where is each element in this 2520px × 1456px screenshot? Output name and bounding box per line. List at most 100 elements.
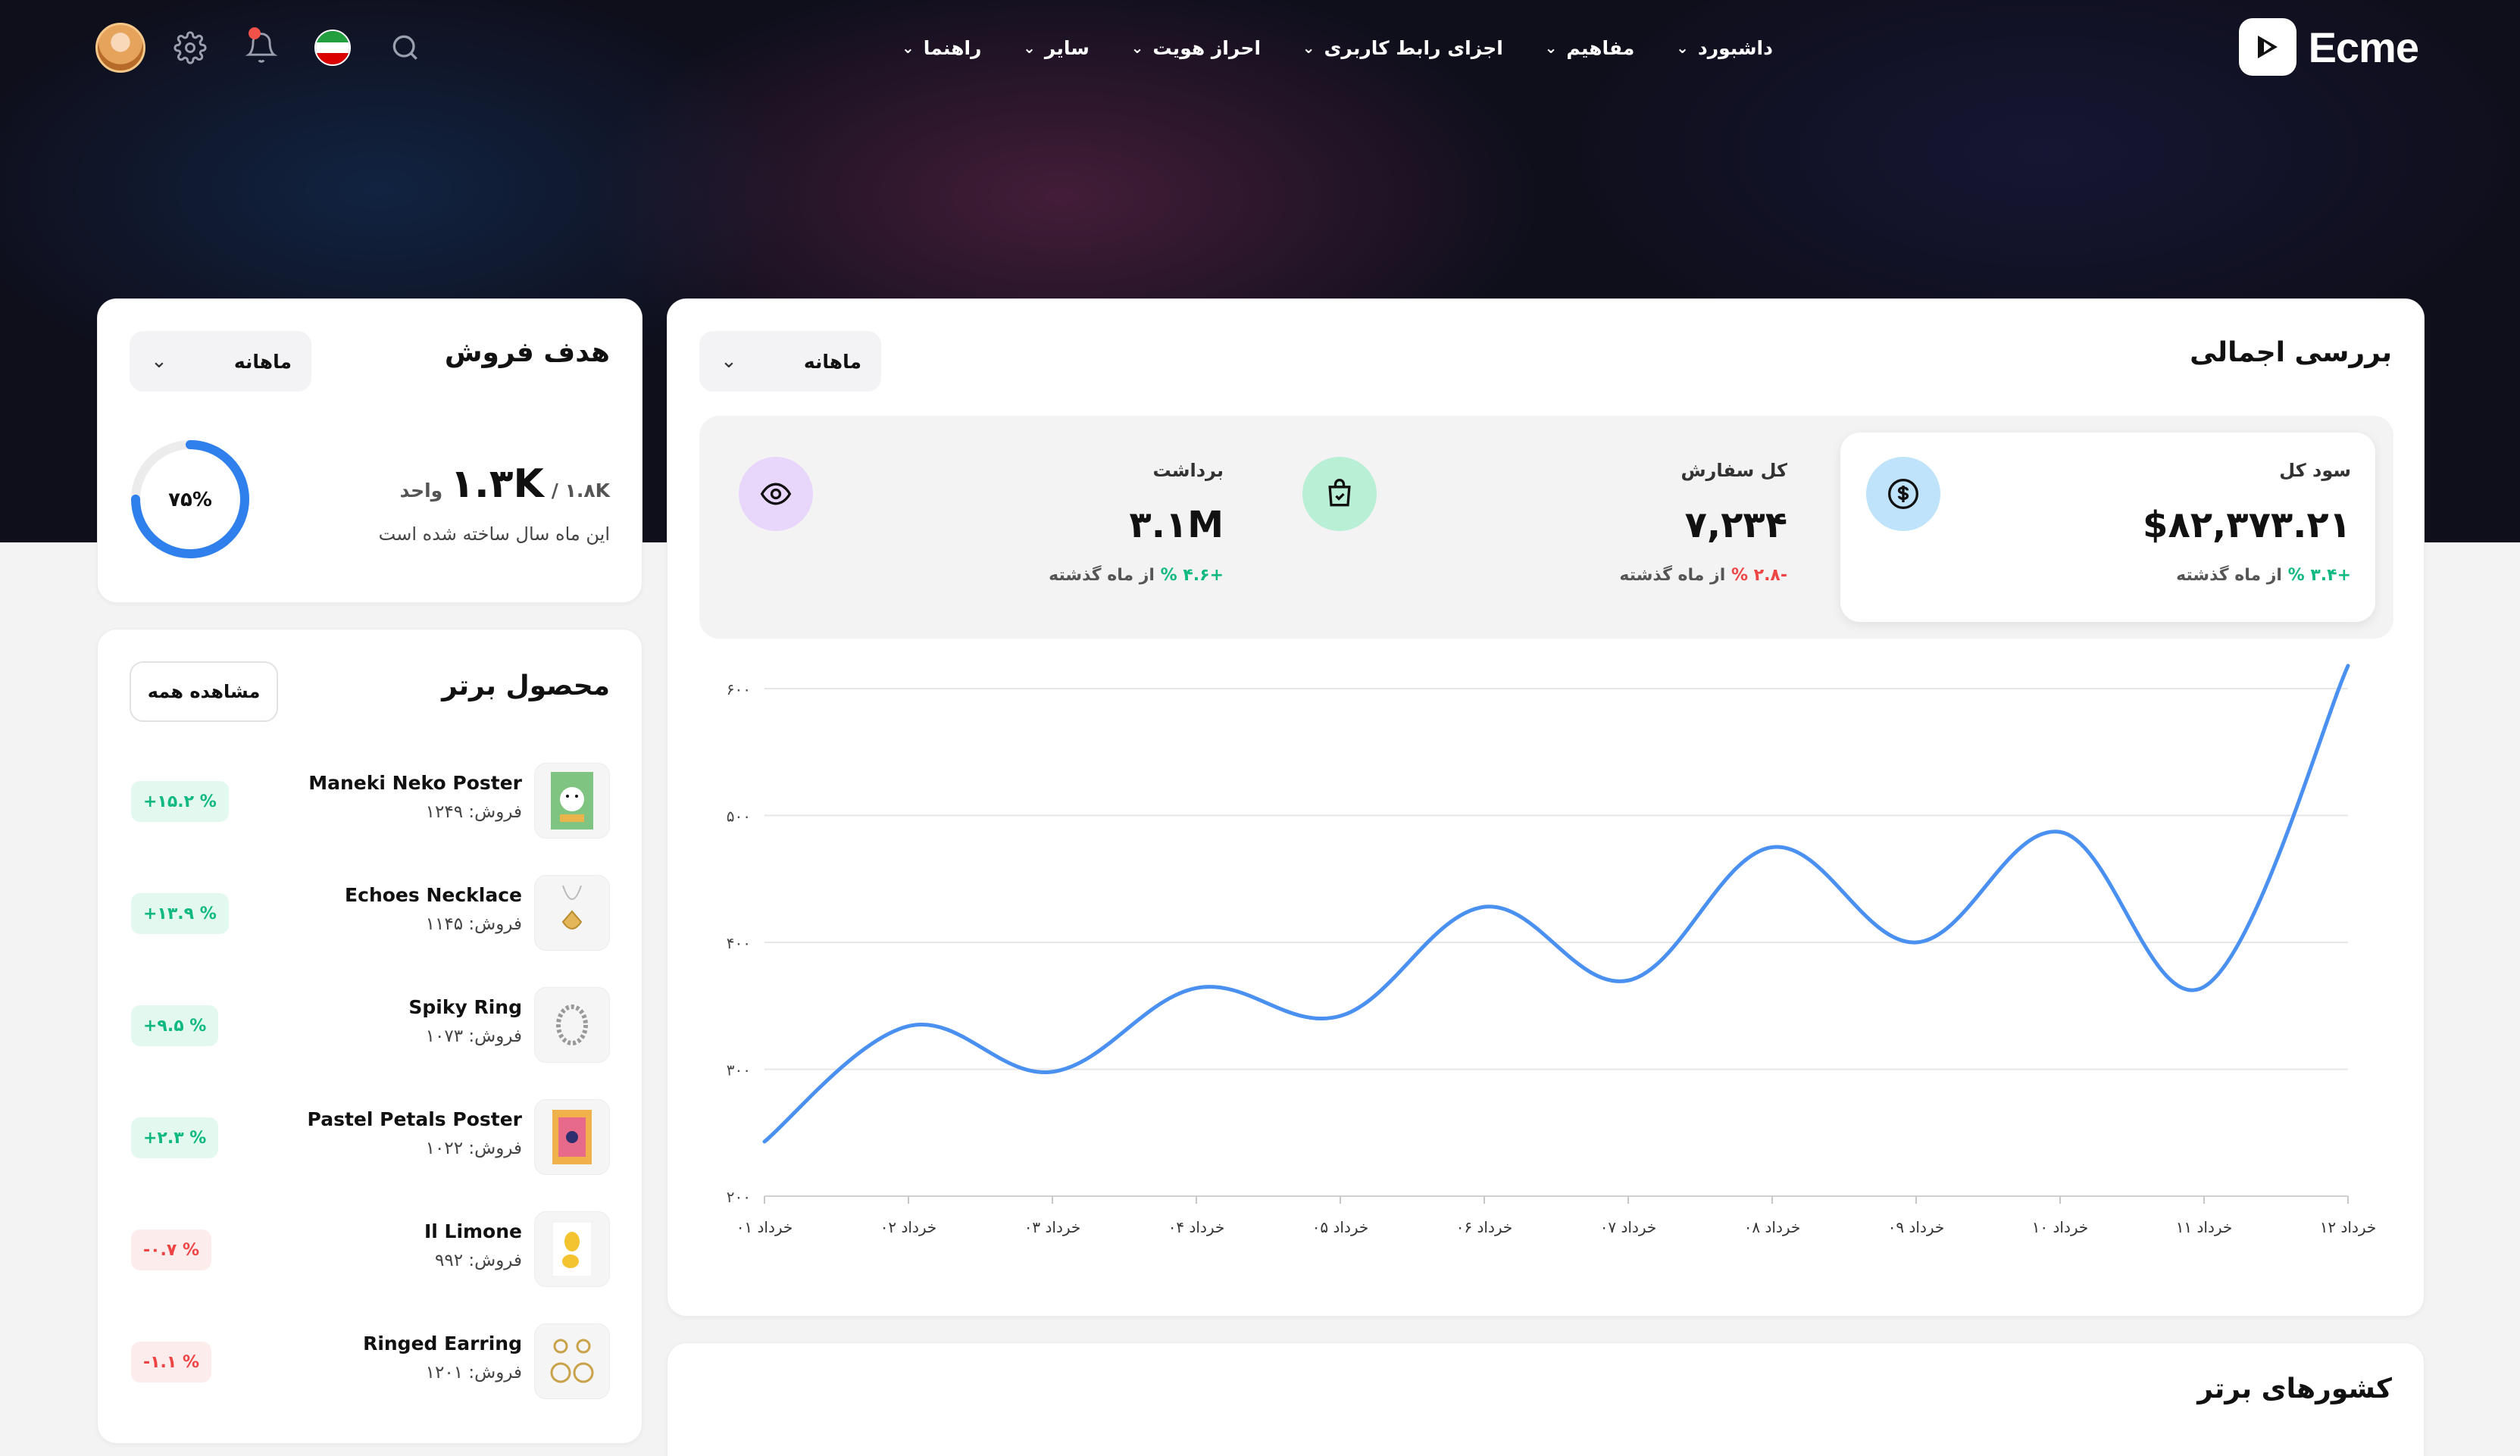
stat-value: ۳.۱M (1129, 504, 1224, 546)
growth-badge: -۰.۷ % (131, 1229, 212, 1270)
sales-goal-period-select[interactable]: ماهانه ⌄ (130, 331, 311, 392)
stat-label: برداشت (1152, 460, 1224, 481)
menu-item-label: سایر (1044, 36, 1090, 59)
top-countries-card: کشورهای برتر (667, 1342, 2425, 1456)
stat-delta: -۲.۸ % از ماه گذشته (1619, 566, 1787, 585)
shopping-bag-icon (1302, 457, 1377, 531)
sales-goal-caption: این ماه سال ساخته شده است (378, 523, 610, 545)
stat-withdrawal[interactable]: برداشت ۳.۱M +۴.۶ % از ماه گذشته (713, 433, 1248, 622)
list-item[interactable]: Spiky Ring فروش: ۱۰۷۳ +۹.۵ % (131, 987, 610, 1064)
sales-goal-card: هدف فروش ماهانه ⌄ / ۱.۸K ۱.۳K واحد این م… (97, 298, 643, 603)
x-tick-label: خرداد ۰۶ (1456, 1218, 1513, 1236)
sales-goal-title: هدف فروش (444, 337, 610, 368)
gear-icon[interactable] (165, 23, 215, 73)
list-item[interactable]: Il Limone فروش: ۹۹۲ -۰.۷ % (131, 1211, 610, 1289)
x-tick-label: خرداد ۰۳ (1024, 1218, 1081, 1236)
overview-title: بررسی اجمالی (2190, 337, 2392, 368)
menu-item-label: راهنما (923, 36, 982, 59)
x-tick-label: خرداد ۰۲ (880, 1218, 937, 1236)
chevron-down-icon: ⌄ (1130, 39, 1144, 57)
x-tick-label: خرداد ۰۷ (1600, 1218, 1657, 1236)
list-item[interactable]: Pastel Petals Poster فروش: ۱۰۲۲ +۲.۳ % (131, 1099, 610, 1176)
menu-item-label: داشبورد (1697, 36, 1773, 59)
product-sales: فروش: ۱۲۰۱ (425, 1363, 522, 1383)
list-item[interactable]: Maneki Neko Poster فروش: ۱۲۴۹ +۱۵.۲ % (131, 763, 610, 840)
earring-thumbnail-icon (534, 1323, 610, 1399)
sales-goal-target: / ۱.۸K (551, 480, 610, 501)
product-name: Echoes Necklace (345, 884, 522, 906)
y-tick-label: ۲۰۰ (727, 1188, 751, 1206)
stat-label: سود کل (2279, 460, 2351, 481)
chevron-down-icon: ⌄ (1676, 39, 1689, 57)
select-value: ماهانه (803, 350, 861, 373)
poster-thumbnail-icon (534, 1211, 610, 1287)
x-tick-label: خرداد ۱۱ (2176, 1218, 2233, 1236)
overview-line-chart: ۲۰۰ ۳۰۰ ۴۰۰ ۵۰۰ ۶۰۰ خرداد ۰۱ خرداد ۰۲ خرداد ۰۳ خ… (727, 664, 2376, 1236)
brand-logo[interactable]: Ecme (2238, 17, 2419, 77)
progress-label: ۷۵% (168, 489, 212, 511)
product-sales: فروش: ۱۲۴۹ (425, 802, 522, 822)
y-tick-label: ۶۰۰ (727, 680, 751, 698)
series-line (762, 664, 2350, 1144)
view-all-button[interactable]: مشاهده همه (130, 661, 278, 722)
notification-bell-icon[interactable] (236, 23, 286, 73)
product-name: Il Limone (424, 1220, 522, 1242)
stat-delta: +۳.۴ % از ماه گذشته (2176, 566, 2351, 585)
x-tick-label: خرداد ۰۵ (1312, 1218, 1369, 1236)
x-tick-label: خرداد ۰۹ (1888, 1218, 1945, 1236)
notification-dot (249, 27, 261, 39)
product-sales: فروش: ۱۰۷۳ (425, 1026, 522, 1046)
menu-item-auth[interactable]: احراز هویت ⌄ (1131, 37, 1261, 59)
chevron-down-icon: ⌄ (721, 350, 737, 373)
stat-delta: +۴.۶ % از ماه گذشته (1049, 566, 1224, 585)
stat-total-orders[interactable]: کل سفارش ۷,۲۳۴ -۲.۸ % از ماه گذشته (1277, 433, 1812, 622)
product-sales: فروش: ۱۱۴۵ (425, 914, 522, 934)
eye-icon (739, 457, 813, 531)
menu-item-ui-components[interactable]: اجزای رابط کاربری ⌄ (1302, 37, 1503, 59)
ring-thumbnail-icon (534, 987, 610, 1063)
menu-item-others[interactable]: سایر ⌄ (1023, 37, 1090, 59)
menu-item-label: مفاهیم (1566, 36, 1635, 59)
list-item[interactable]: Echoes Necklace فروش: ۱۱۴۵ +۱۳.۹ % (131, 875, 610, 952)
search-icon[interactable] (380, 23, 430, 73)
poster-thumbnail-icon (534, 763, 610, 839)
menu-item-dashboard[interactable]: داشبورد ⌄ (1676, 37, 1773, 59)
brand-name: Ecme (2308, 23, 2419, 71)
chevron-down-icon: ⌄ (151, 350, 167, 373)
menu-item-label: اجزای رابط کاربری (1324, 36, 1503, 59)
growth-badge: +۹.۵ % (131, 1005, 219, 1046)
stats-panel: سود کل $۸۲,۳۷۳.۲۱ +۳.۴ % از ماه گذشته کل… (699, 416, 2393, 639)
menu-item-guide[interactable]: راهنما ⌄ (902, 37, 981, 59)
language-flag-icon[interactable] (308, 23, 358, 73)
product-name: Pastel Petals Poster (307, 1108, 522, 1130)
y-tick-label: ۳۰۰ (727, 1061, 751, 1080)
chevron-down-icon: ⌄ (1023, 39, 1036, 57)
product-sales: فروش: ۹۹۲ (435, 1251, 522, 1270)
necklace-thumbnail-icon (534, 875, 610, 951)
x-tick-label: خرداد ۰۸ (1744, 1218, 1801, 1236)
product-name: Maneki Neko Poster (308, 772, 522, 794)
y-tick-label: ۴۰۰ (727, 934, 751, 952)
overview-period-select[interactable]: ماهانه ⌄ (699, 331, 881, 392)
main-menu: داشبورد ⌄ مفاهیم ⌄ اجزای رابط کاربری ⌄ احرا… (902, 29, 1773, 67)
chevron-down-icon: ⌄ (902, 39, 915, 57)
sales-goal-unit: واحد (399, 480, 443, 501)
growth-badge: +۲.۳ % (131, 1117, 219, 1158)
growth-badge: +۱۵.۲ % (131, 781, 229, 822)
logo-mark-icon (2238, 18, 2296, 76)
product-name: Ringed Earring (363, 1333, 522, 1354)
chevron-down-icon: ⌄ (1302, 39, 1315, 57)
dollar-icon (1866, 457, 1940, 531)
top-navigation: Ecme داشبورد ⌄ مفاهیم ⌄ اجزای رابط کاربری ⌄… (0, 0, 2520, 95)
growth-badge: +۱۳.۹ % (131, 893, 229, 934)
stat-label: کل سفارش (1681, 460, 1787, 481)
poster-thumbnail-icon (534, 1099, 610, 1175)
product-name: Spiky Ring (408, 996, 522, 1018)
stat-total-profit[interactable]: سود کل $۸۲,۳۷۳.۲۱ +۳.۴ % از ماه گذشته (1840, 433, 2375, 622)
list-item[interactable]: Ringed Earring فروش: ۱۲۰۱ -۱.۱ % (131, 1323, 610, 1401)
avatar[interactable] (95, 23, 145, 73)
growth-badge: -۱.۱ % (131, 1342, 212, 1383)
top-products-title: محصول برتر (442, 670, 610, 701)
menu-item-concepts[interactable]: مفاهیم ⌄ (1545, 37, 1635, 59)
top-countries-title: کشورهای برتر (2197, 1373, 2392, 1404)
